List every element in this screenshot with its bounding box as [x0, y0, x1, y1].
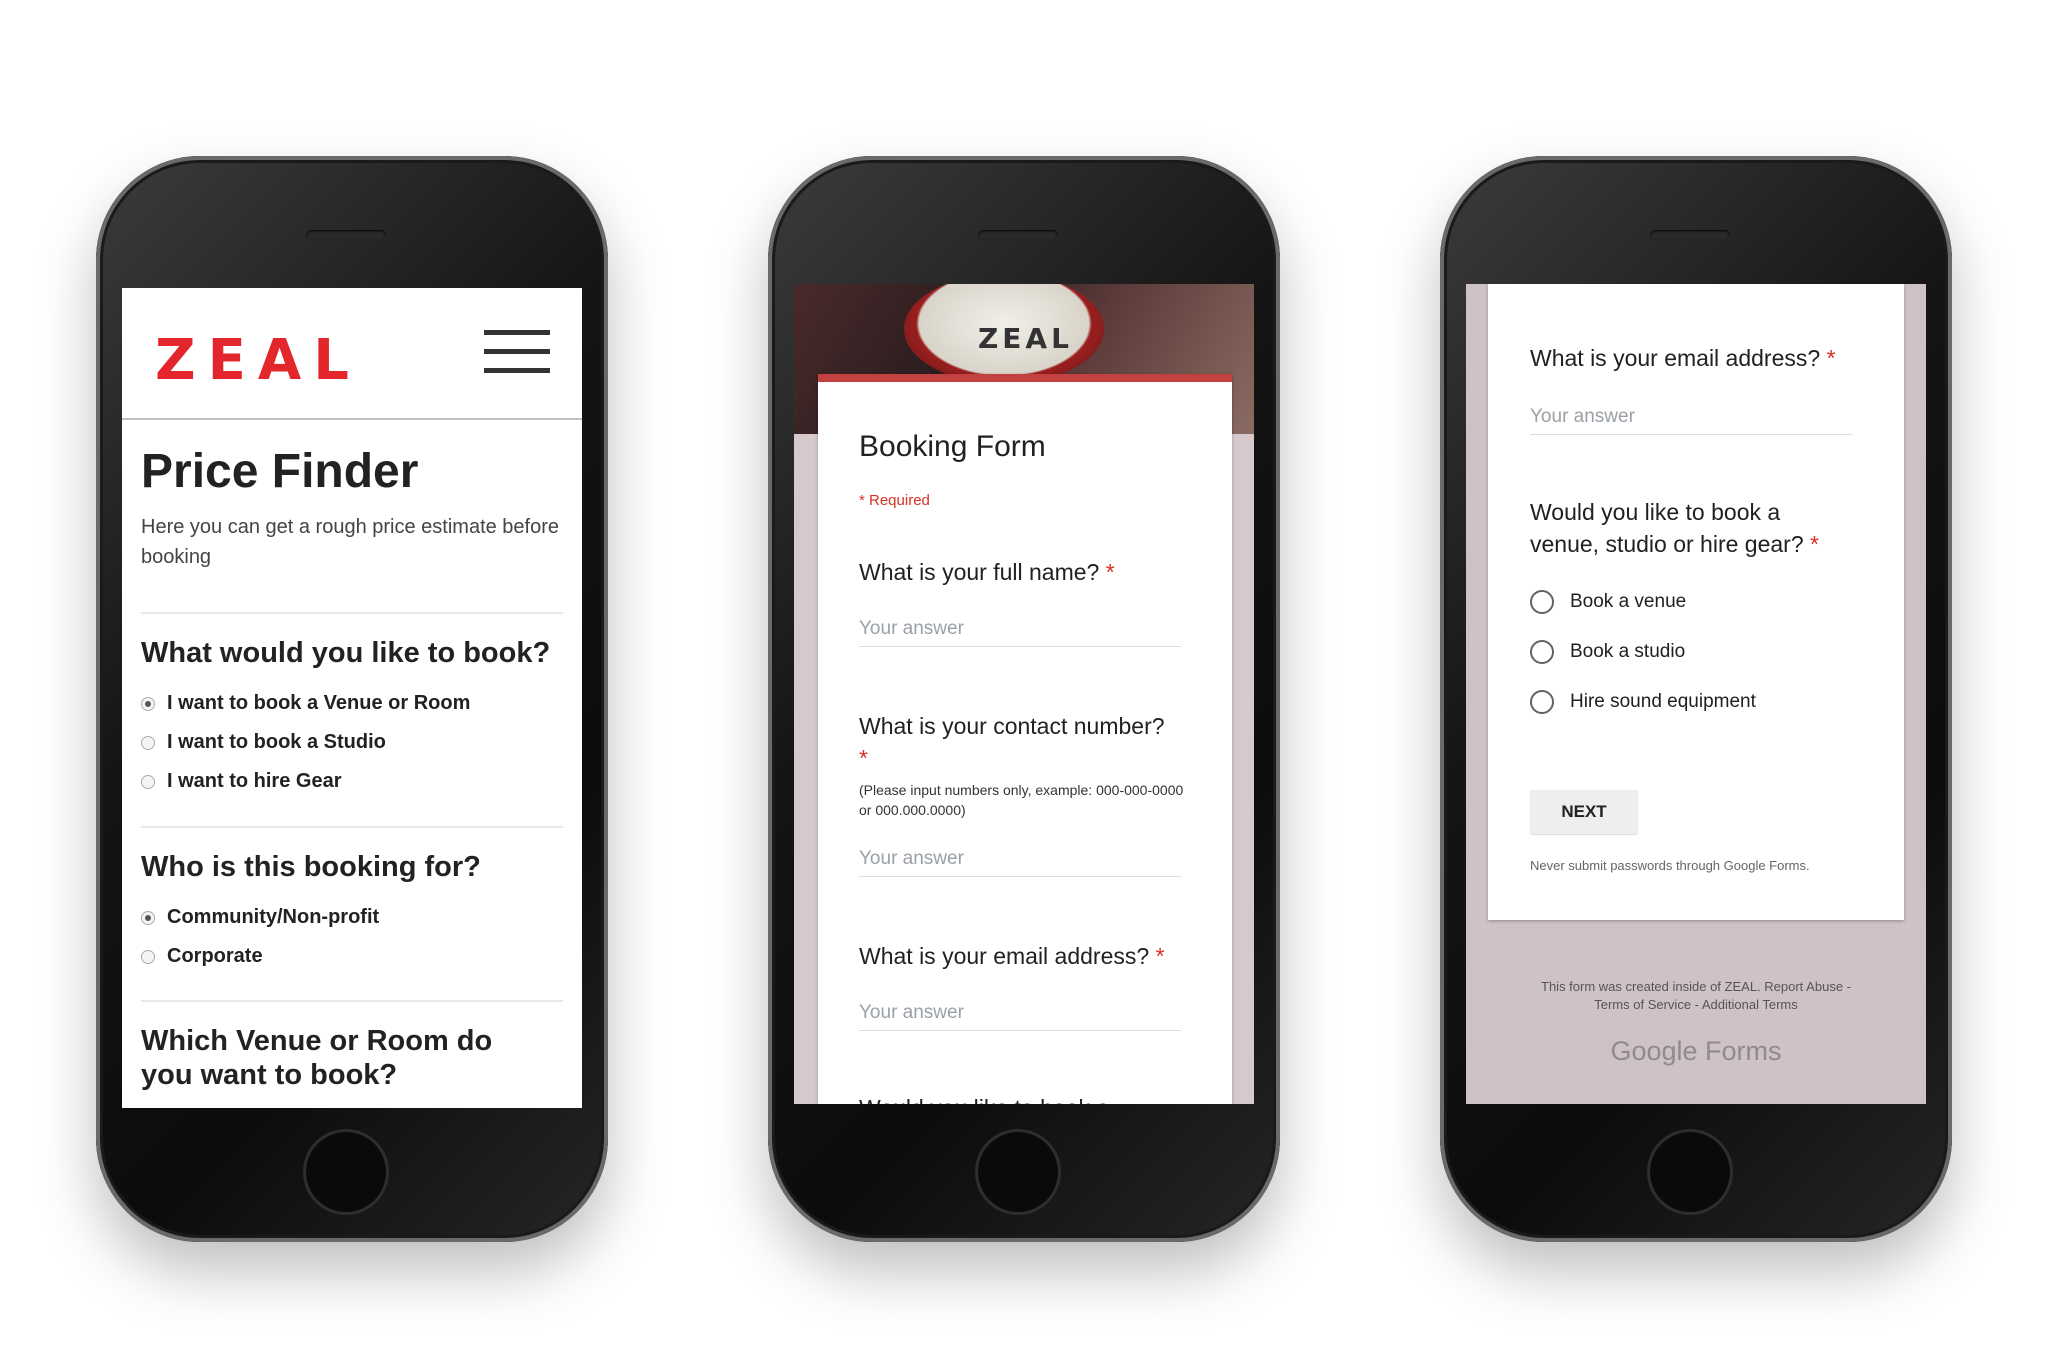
option-label: I want to hire Gear	[167, 770, 342, 792]
question-book-type: Would you like to book a venue, studio o…	[1530, 499, 1819, 557]
option-label: Community/Non-profit	[167, 906, 380, 928]
question-full-name: What is your full name? *	[859, 559, 1115, 585]
home-button[interactable]	[306, 1132, 386, 1212]
radio-option-studio[interactable]: I want to book a Studio	[141, 731, 386, 754]
full-name-input[interactable]: Your answer	[859, 618, 1181, 647]
booking-form-screen-2: What is your email address? * Your answe…	[1466, 284, 1926, 1104]
home-button[interactable]	[978, 1132, 1058, 1212]
divider	[141, 1000, 563, 1002]
option-label: Book a studio	[1570, 641, 1686, 662]
option-label: I want to book a Venue or Room	[167, 692, 471, 714]
contact-hint: (Please input numbers only, example: 000…	[859, 782, 1184, 818]
divider	[141, 612, 563, 614]
zeal-logo[interactable]: ZEAL	[155, 328, 361, 393]
option-label: Book a venue	[1570, 591, 1687, 612]
radio-option-community[interactable]: Community/Non-profit	[141, 906, 379, 929]
page-subtitle: Here you can get a rough price estimate …	[141, 516, 560, 568]
camera	[1013, 196, 1025, 208]
radio-icon[interactable]	[1530, 690, 1554, 714]
speaker	[306, 230, 386, 240]
form-title: Booking Form	[859, 430, 1046, 463]
home-button[interactable]	[1650, 1132, 1730, 1212]
radio-icon[interactable]	[141, 949, 155, 964]
radio-icon[interactable]	[141, 696, 155, 711]
question-email: What is your email address? *	[1530, 345, 1836, 371]
radio-icon[interactable]	[1530, 590, 1554, 614]
camera	[1685, 196, 1697, 208]
radio-icon[interactable]	[1530, 640, 1554, 664]
email-input[interactable]: Your answer	[859, 1002, 1181, 1031]
radio-option-studio[interactable]: Book a studio	[1530, 640, 1685, 664]
contact-number-input[interactable]: Your answer	[859, 848, 1181, 877]
question-venue: Which Venue or Room do you want to book?	[141, 1025, 493, 1091]
radio-icon[interactable]	[141, 735, 155, 750]
phone-right: What is your email address? * Your answe…	[1440, 156, 1952, 1242]
question-contact-number: What is your contact number? *	[859, 713, 1165, 771]
radio-option-gear[interactable]: I want to hire Gear	[141, 770, 341, 793]
camera	[341, 196, 353, 208]
footer-line-1[interactable]: This form was created inside of ZEAL. Re…	[1496, 978, 1896, 996]
menu-icon[interactable]	[484, 330, 550, 374]
radio-icon[interactable]	[141, 774, 155, 789]
password-warning: Never submit passwords through Google Fo…	[1530, 858, 1810, 873]
divider	[141, 826, 563, 828]
question-email: What is your email address? *	[859, 943, 1165, 969]
phone-left: ZEAL Price Finder Here you can get a rou…	[96, 156, 608, 1242]
booking-form-screen: ZEAL Booking Form * Required What is you…	[794, 284, 1254, 1104]
option-label: Hire sound equipment	[1570, 691, 1756, 712]
drum-logo: ZEAL	[978, 322, 1073, 355]
radio-option-venue[interactable]: I want to book a Venue or Room	[141, 692, 470, 715]
form-footer: This form was created inside of ZEAL. Re…	[1496, 978, 1896, 1014]
question-partial: Would you like to book a	[859, 1092, 1109, 1104]
footer-line-2[interactable]: Terms of Service - Additional Terms	[1496, 996, 1896, 1014]
form-card: What is your email address? * Your answe…	[1488, 284, 1904, 920]
price-finder-screen: ZEAL Price Finder Here you can get a rou…	[122, 288, 582, 1108]
question-booking-for: Who is this booking for?	[141, 851, 481, 883]
radio-icon[interactable]	[141, 910, 155, 925]
option-label: I want to book a Studio	[167, 731, 386, 753]
page-title: Price Finder	[141, 445, 419, 498]
speaker	[1650, 230, 1730, 240]
radio-option-sound[interactable]: Hire sound equipment	[1530, 690, 1756, 714]
speaker	[978, 230, 1058, 240]
google-forms-logo[interactable]: Google Forms	[1466, 1036, 1926, 1067]
phone-center: ZEAL Booking Form * Required What is you…	[768, 156, 1280, 1242]
radio-option-venue[interactable]: Book a venue	[1530, 590, 1686, 614]
radio-option-corporate[interactable]: Corporate	[141, 945, 263, 968]
option-label: Corporate	[167, 945, 263, 967]
next-button[interactable]: NEXT	[1530, 790, 1638, 834]
question-book-type: What would you like to book?	[141, 637, 551, 669]
required-note: * Required	[859, 492, 930, 509]
form-card: Booking Form * Required What is your ful…	[818, 374, 1232, 1104]
email-input[interactable]: Your answer	[1530, 406, 1852, 435]
header-divider	[122, 418, 582, 420]
